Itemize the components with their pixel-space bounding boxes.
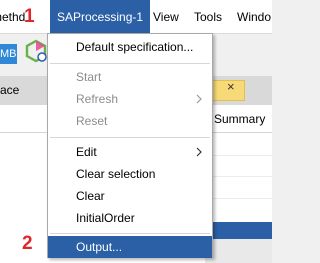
menu-item-edit[interactable]: Edit <box>48 141 212 163</box>
divider <box>205 155 272 156</box>
menu-item-label: Start <box>76 70 102 84</box>
menu-view[interactable]: View <box>153 0 179 34</box>
menu-separator <box>50 233 210 234</box>
tab-summary-label: Summary <box>214 112 266 126</box>
panel-label: ace <box>0 83 20 97</box>
step-1-badge: 1 <box>24 6 35 27</box>
menu-item-label: Default specification... <box>76 40 194 54</box>
chevron-right-icon <box>196 147 202 157</box>
menu-separator <box>50 63 210 64</box>
selected-row-strip <box>205 222 272 239</box>
row-strip <box>205 239 272 263</box>
menu-item-label: Reset <box>76 114 108 128</box>
menu-item-clear-selection[interactable]: Clear selection <box>48 163 212 185</box>
menu-separator <box>50 137 210 138</box>
menu-item-label: InitialOrder <box>76 211 135 225</box>
menu-item-default-specification[interactable]: Default specification... <box>48 36 212 58</box>
menu-saprocessing[interactable]: SAProcessing-1 <box>50 0 151 34</box>
menu-item-label: Refresh <box>76 92 119 106</box>
menu-item-label: Clear <box>76 189 105 203</box>
menu-item-output[interactable]: Output... <box>48 236 212 258</box>
chevron-right-icon <box>196 94 202 104</box>
divider <box>205 198 272 199</box>
menu-item-label: Edit <box>76 145 97 159</box>
menu-item-reset[interactable]: Reset <box>48 110 212 132</box>
gear-app-icon[interactable] <box>24 39 48 63</box>
menu-item-label: Output... <box>76 240 123 254</box>
menu-bar: methd SAProcessing-1 View Tools Windo <box>0 0 272 34</box>
saprocessing-dropdown-menu: Default specification... Start Refresh R… <box>47 33 213 258</box>
menu-item-start[interactable]: Start <box>48 66 212 88</box>
close-icon[interactable]: × <box>227 79 235 94</box>
menu-item-initial-order[interactable]: InitialOrder <box>48 207 212 229</box>
step-2-badge: 2 <box>22 233 33 254</box>
menu-tools[interactable]: Tools <box>194 0 222 34</box>
menu-item-clear[interactable]: Clear <box>48 185 212 207</box>
menu-window[interactable]: Windo <box>237 0 271 34</box>
menu-item-refresh[interactable]: Refresh <box>48 88 212 110</box>
menu-item-label: Clear selection <box>76 167 156 181</box>
toolbar-mb-button[interactable]: MB <box>0 44 17 64</box>
divider <box>205 176 272 177</box>
